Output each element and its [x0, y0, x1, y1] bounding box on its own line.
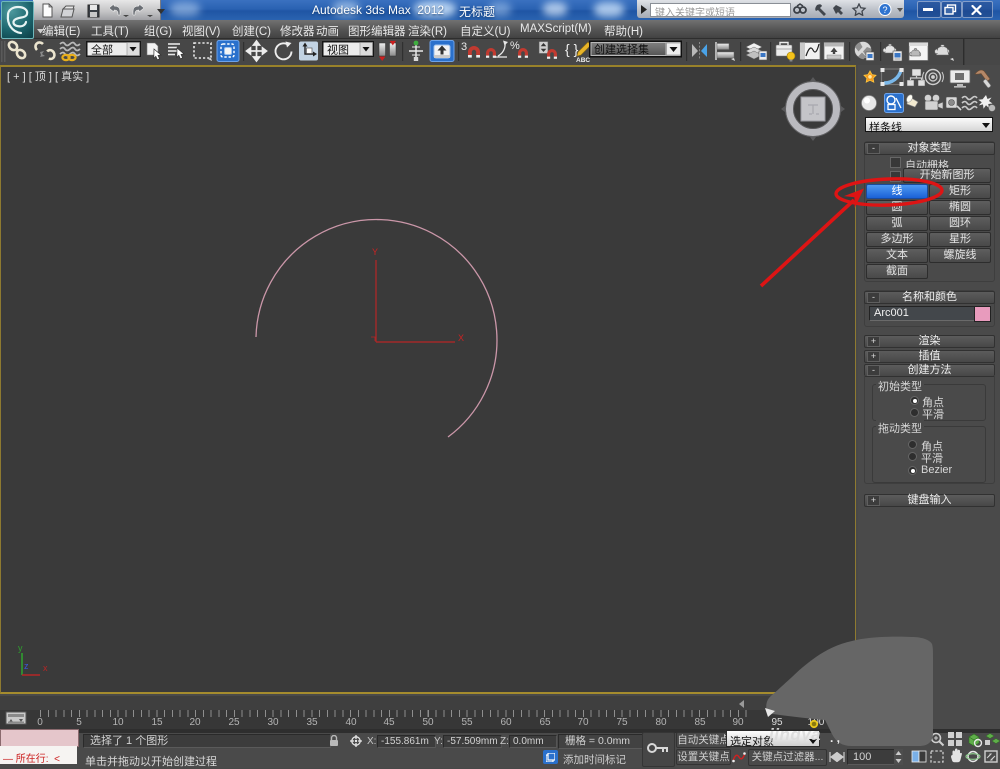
svg-text:y: y — [18, 643, 23, 653]
svg-text:x: x — [43, 663, 48, 673]
svg-text:ABC: ABC — [576, 57, 590, 64]
svg-text:创建选择集: 创建选择集 — [594, 42, 649, 56]
svg-text:全部: 全部 — [91, 43, 113, 57]
svg-text:3: 3 — [461, 41, 467, 53]
svg-text:视图: 视图 — [327, 43, 349, 57]
svg-text:X: X — [458, 333, 464, 343]
svg-text:{ }: { } — [565, 41, 579, 57]
svg-text:%: % — [510, 40, 520, 52]
svg-text:Y: Y — [372, 247, 378, 257]
svg-text:?: ? — [882, 5, 887, 15]
svg-text:z: z — [24, 661, 29, 671]
